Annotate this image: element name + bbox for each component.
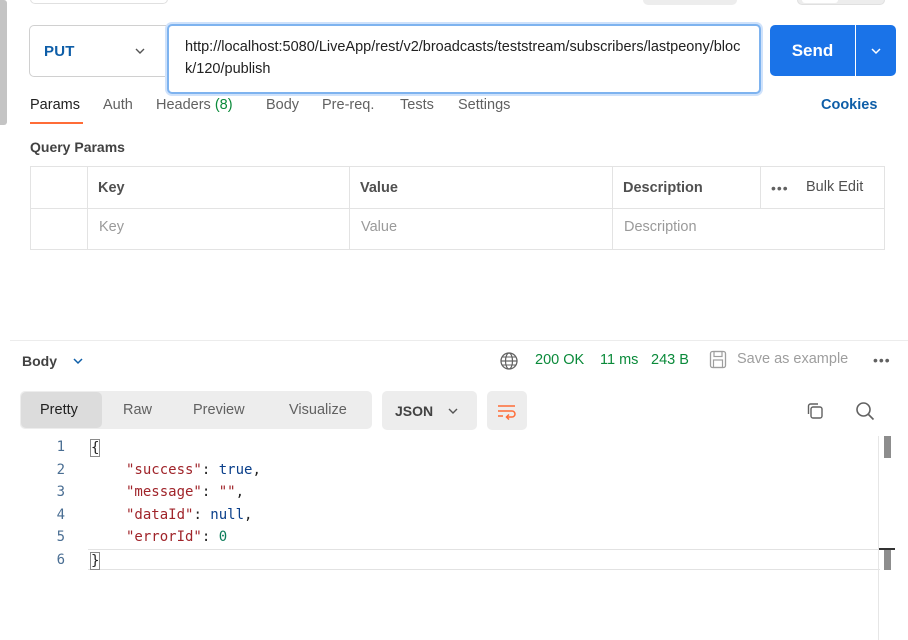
json-open-brace: { — [90, 439, 101, 457]
editor-ruler — [878, 436, 879, 640]
code-line: "dataId": null, — [126, 507, 253, 523]
line-number: 2 — [56, 462, 65, 478]
url-text: http://localhost:5080/LiveApp/rest/v2/br… — [185, 39, 741, 77]
more-options-icon[interactable]: ••• — [771, 180, 789, 196]
json-key: "message" — [126, 484, 202, 500]
tab-settings[interactable]: Settings — [458, 97, 510, 113]
column-header-value: Value — [360, 180, 398, 196]
line-number: 5 — [56, 529, 65, 545]
format-label: JSON — [395, 402, 434, 419]
json-comma: , — [244, 507, 253, 523]
window-scrollbar[interactable] — [0, 0, 7, 125]
column-header-description: Description — [623, 180, 703, 196]
active-tab-indicator — [30, 122, 83, 124]
json-value: "" — [218, 484, 236, 500]
bulk-edit-button[interactable]: Bulk Edit — [806, 179, 863, 195]
line-number: 6 — [56, 552, 65, 568]
code-line: "errorId": 0 — [126, 529, 228, 545]
line-number: 4 — [56, 507, 65, 523]
editor-caret — [879, 548, 895, 550]
table-col-divider — [87, 167, 88, 249]
send-options-button[interactable] — [856, 25, 896, 76]
search-icon[interactable] — [854, 400, 876, 422]
line-number: 1 — [56, 439, 65, 455]
response-time[interactable]: 11 ms — [600, 352, 638, 368]
value-input[interactable]: Value — [361, 219, 397, 235]
description-input[interactable]: Description — [624, 219, 697, 235]
chevron-down-icon — [871, 47, 881, 54]
wrap-lines-icon — [498, 404, 516, 420]
column-header-key: Key — [98, 180, 125, 196]
wrap-lines-button[interactable] — [487, 391, 527, 430]
code-line: "message": "", — [126, 484, 245, 500]
table-col-divider — [760, 167, 761, 208]
status-code[interactable]: 200 OK — [535, 352, 584, 368]
json-close-brace: } — [90, 552, 101, 570]
url-input[interactable]: http://localhost:5080/LiveApp/rest/v2/br… — [167, 24, 761, 94]
code-line: "success": true, — [126, 462, 261, 478]
chevron-down-icon — [448, 408, 458, 414]
format-select[interactable]: JSON — [382, 391, 477, 430]
query-params-title: Query Params — [30, 139, 125, 155]
send-button[interactable]: Send — [770, 25, 855, 76]
tab-auth[interactable]: Auth — [103, 97, 133, 113]
more-options-icon[interactable]: ••• — [873, 352, 891, 368]
tab-pre-request[interactable]: Pre-req. — [322, 97, 374, 113]
json-key: "errorId" — [126, 529, 202, 545]
tab-headers-label: Headers — [156, 97, 211, 113]
table-row-divider — [31, 208, 884, 209]
response-code-editor[interactable]: 1 2 3 4 5 6 { "success": true, "message"… — [20, 436, 880, 640]
chevron-down-icon[interactable] — [72, 355, 84, 367]
tab-headers[interactable]: Headers (8) — [156, 97, 233, 113]
top-toggle-partial[interactable] — [797, 0, 885, 5]
top-button-partial[interactable] — [643, 0, 737, 5]
json-value: 0 — [218, 529, 228, 545]
json-key: "dataId" — [126, 507, 194, 523]
view-tab-preview[interactable]: Preview — [193, 402, 245, 418]
headers-count: (8) — [214, 97, 233, 113]
tab-body[interactable]: Body — [266, 97, 299, 113]
line-number: 3 — [56, 484, 65, 500]
code-line: } — [90, 552, 101, 570]
response-body-selector[interactable]: Body — [22, 353, 57, 369]
copy-icon[interactable] — [805, 401, 825, 421]
json-comma: , — [252, 462, 261, 478]
view-tab-raw[interactable]: Raw — [123, 402, 152, 418]
editor-scrollbar[interactable] — [884, 436, 891, 458]
cookies-link[interactable]: Cookies — [821, 97, 877, 113]
method-select[interactable]: PUT — [29, 25, 166, 77]
json-comma: , — [235, 484, 245, 500]
table-col-divider — [612, 167, 613, 249]
save-icon — [709, 350, 727, 369]
view-tab-visualize[interactable]: Visualize — [289, 402, 347, 418]
save-as-example-button[interactable]: Save as example — [737, 351, 848, 367]
editor-scroll-marker — [884, 549, 891, 570]
chevron-down-icon — [135, 48, 145, 54]
tab-params[interactable]: Params — [30, 97, 80, 113]
top-control-partial[interactable] — [30, 0, 168, 4]
code-line: { — [90, 439, 101, 457]
json-value: true — [218, 462, 253, 478]
method-label: PUT — [44, 42, 75, 60]
tab-tests[interactable]: Tests — [400, 97, 434, 113]
key-input[interactable]: Key — [99, 219, 124, 235]
pane-divider[interactable] — [10, 340, 908, 341]
json-value: null — [210, 507, 245, 523]
response-size[interactable]: 243 B — [651, 352, 689, 368]
json-key: "success" — [126, 462, 202, 478]
view-tab-pretty[interactable]: Pretty — [40, 402, 78, 418]
globe-icon[interactable] — [499, 351, 519, 371]
table-col-divider — [349, 167, 350, 249]
